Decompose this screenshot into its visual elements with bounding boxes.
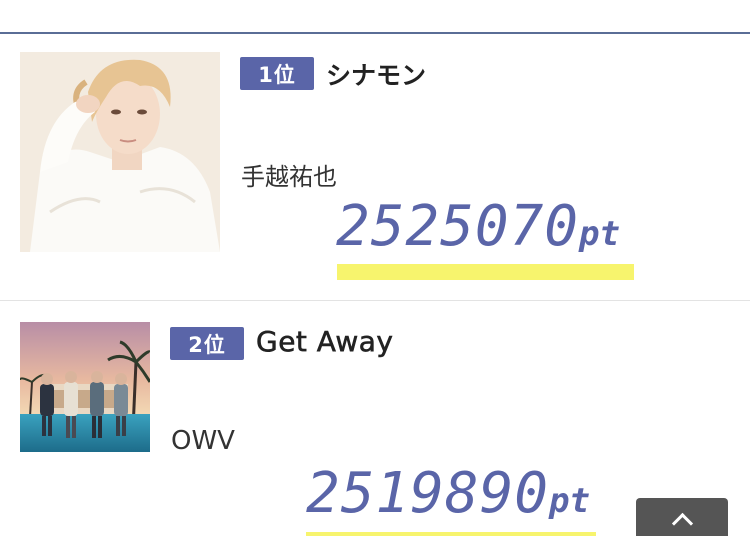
song-title[interactable]: シナモン (326, 56, 426, 92)
rank-badge: 1位 (240, 57, 314, 90)
song-title[interactable]: Get Away (256, 325, 394, 359)
rank-badge: 2位 (170, 327, 244, 360)
points-highlight (337, 264, 634, 280)
artist-portrait-photo (20, 52, 220, 252)
album-cover-photo (20, 322, 150, 452)
ranking-page: 1位 シナモン 手越祐也 2525070pt 2位 Get Away OWV 2… (0, 0, 750, 536)
points-highlight (306, 532, 596, 536)
back-to-top-button[interactable] (636, 498, 728, 536)
points-value: 2525070 (336, 194, 580, 259)
points-unit: pt (579, 214, 620, 254)
cover-image[interactable] (20, 52, 220, 252)
points-unit: pt (549, 481, 590, 521)
points-score: 2519890pt (306, 461, 590, 526)
chevron-up-icon (671, 512, 693, 535)
ranking-entry-1[interactable]: 1位 シナモン 手越祐也 2525070pt (0, 34, 750, 300)
cover-image[interactable] (20, 322, 150, 452)
artist-name: 手越祐也 (241, 163, 337, 191)
artist-name: OWV (171, 426, 235, 456)
points-score: 2525070pt (336, 194, 620, 259)
points-value: 2519890 (306, 461, 550, 526)
